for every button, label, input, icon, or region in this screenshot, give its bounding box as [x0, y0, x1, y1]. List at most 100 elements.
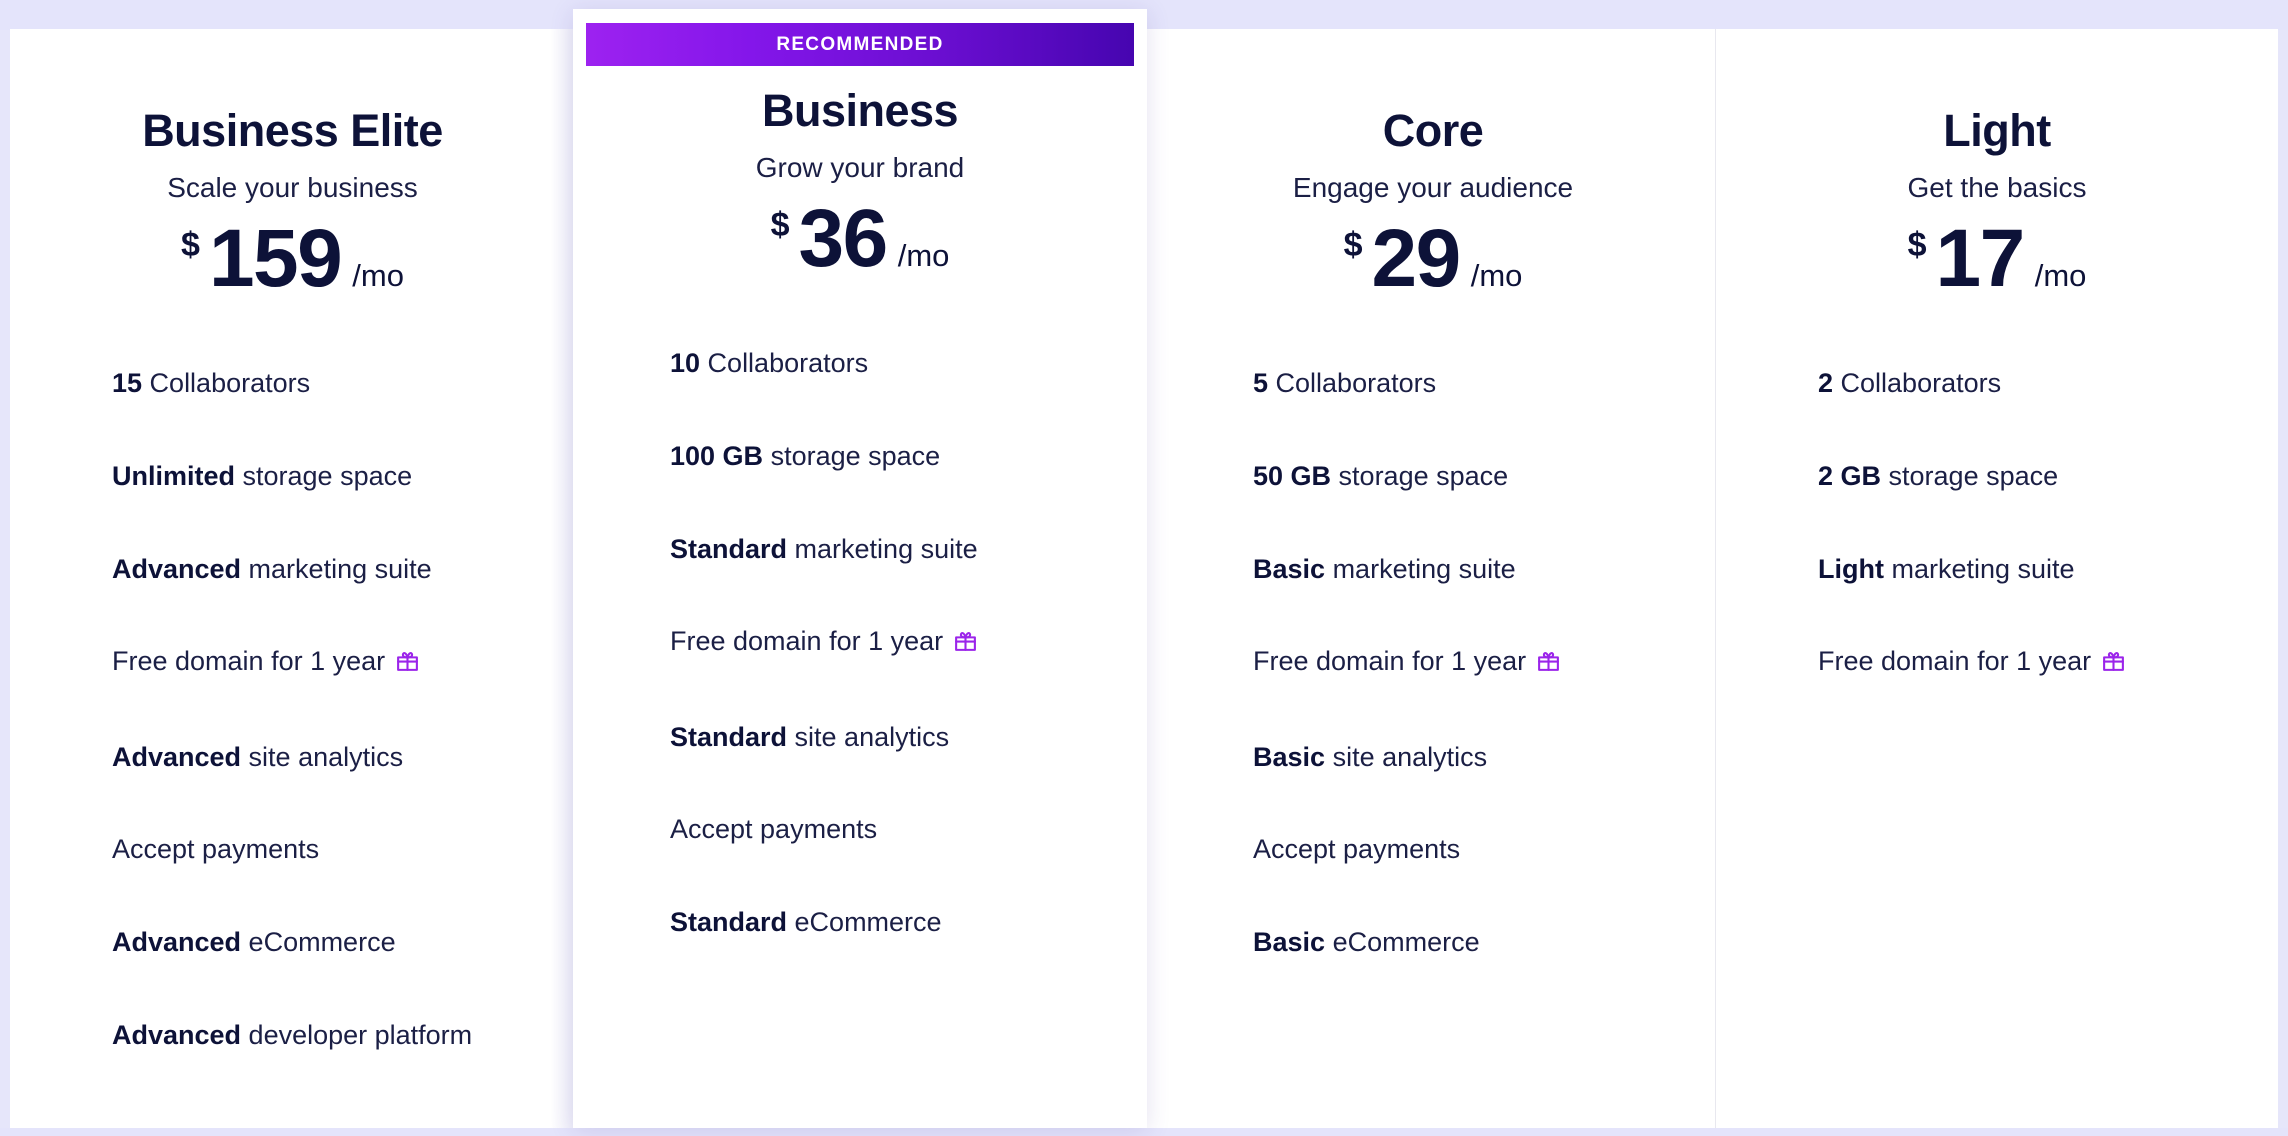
- price-amount: 159: [208, 213, 343, 305]
- feature-text: marketing suite: [787, 533, 978, 564]
- gift-icon: [395, 647, 420, 683]
- feature-item: Accept payments: [670, 812, 1107, 848]
- feature-text: marketing suite: [1325, 553, 1516, 584]
- feature-text: site analytics: [241, 741, 404, 772]
- plan-price: $ 159 /mo: [10, 218, 575, 300]
- feature-text: Free domain for 1 year: [1818, 646, 2092, 677]
- feature-item: Advanced site analytics: [112, 740, 535, 776]
- feature-lead: Standard: [670, 721, 788, 752]
- feature-item: 100 GB storage space: [670, 439, 1107, 475]
- feature-item: Light marketing suite: [1818, 552, 2238, 588]
- plan-header: Business Elite Scale your business $ 159…: [10, 29, 575, 300]
- feature-item: Standard site analytics: [670, 720, 1107, 756]
- feature-item: 10 Collaborators: [670, 346, 1107, 382]
- feature-lead: Standard: [670, 907, 788, 937]
- feature-text: eCommerce: [1325, 927, 1480, 957]
- price-currency: $: [1343, 226, 1363, 265]
- plan-tagline: Grow your brand: [755, 152, 965, 184]
- feature-text: eCommerce: [787, 907, 942, 937]
- feature-item: Advanced eCommerce: [112, 925, 535, 961]
- plan-column-business-elite[interactable]: Business Elite Scale your business $ 159…: [10, 29, 575, 1128]
- feature-list: 5 Collaborators 50 GB storage space Basic …: [1151, 366, 1715, 960]
- feature-lead: Advanced: [112, 1019, 242, 1050]
- feature-lead: Advanced: [112, 741, 242, 772]
- feature-lead: 2: [1818, 368, 1834, 399]
- feature-text: marketing suite: [1883, 553, 2075, 584]
- feature-lead: 15: [112, 368, 143, 399]
- price-amount: 17: [1935, 213, 2026, 305]
- plan-title: Business Elite: [142, 105, 443, 156]
- feature-item: Accept payments: [112, 832, 535, 868]
- feature-item: Standard eCommerce: [670, 905, 1107, 941]
- plan-column-light[interactable]: Light Get the basics $ 17 /mo 2 Collabor…: [1715, 29, 2278, 1128]
- feature-lead: Basic: [1253, 927, 1326, 957]
- price-currency: $: [181, 226, 200, 265]
- feature-text: Collaborators: [1268, 368, 1437, 399]
- price-period: /mo: [2034, 258, 2087, 294]
- plan-card-business-recommended[interactable]: RECOMMENDED Business Grow your brand $ 3…: [573, 9, 1147, 1128]
- feature-text: marketing suite: [241, 553, 432, 584]
- price-currency: $: [1907, 226, 1927, 265]
- plan-tagline: Get the basics: [1907, 172, 2087, 204]
- feature-text: Accept payments: [112, 834, 320, 865]
- feature-lead: Basic: [1253, 741, 1326, 772]
- feature-text: site analytics: [787, 721, 950, 752]
- feature-list: 15 Collaborators Unlimited storage space A…: [10, 366, 575, 1053]
- feature-item: Basic eCommerce: [1253, 925, 1675, 961]
- feature-text: Free domain for 1 year: [112, 646, 386, 677]
- plan-title: Light: [1943, 105, 2051, 156]
- feature-text: storage space: [235, 460, 413, 491]
- plan-price: $ 17 /mo: [1716, 218, 2278, 300]
- plan-price: $ 29 /mo: [1151, 218, 1715, 300]
- page-bottom-band: [0, 1128, 2288, 1136]
- feature-item: Advanced marketing suite: [112, 552, 535, 588]
- feature-text: developer platform: [241, 1019, 473, 1050]
- plan-column-core[interactable]: Core Engage your audience $ 29 /mo 5 Col…: [1150, 29, 1715, 1128]
- feature-lead: 5: [1253, 368, 1269, 399]
- feature-item: Free domain for 1 year: [670, 624, 1107, 663]
- price-period: /mo: [1470, 258, 1523, 294]
- feature-lead: Standard: [670, 533, 788, 564]
- feature-text: Accept payments: [670, 814, 878, 845]
- feature-lead: 50 GB: [1253, 460, 1332, 491]
- feature-item: Basic marketing suite: [1253, 552, 1675, 588]
- plan-header: Core Engage your audience $ 29 /mo: [1151, 29, 1715, 300]
- feature-lead: 100 GB: [670, 440, 764, 471]
- feature-text: storage space: [763, 440, 941, 471]
- feature-lead: 2 GB: [1818, 460, 1882, 491]
- gift-icon: [953, 627, 978, 663]
- feature-text: site analytics: [1325, 741, 1488, 772]
- feature-text: storage space: [1881, 460, 2059, 491]
- feature-text: Collaborators: [142, 368, 311, 399]
- feature-item: 15 Collaborators: [112, 366, 535, 402]
- plan-title: Core: [1382, 105, 1484, 156]
- feature-text: eCommerce: [241, 927, 396, 957]
- feature-item: 2 Collaborators: [1818, 366, 2238, 402]
- feature-item: 2 GB storage space: [1818, 459, 2238, 495]
- price-currency: $: [770, 206, 790, 245]
- recommended-badge-label: RECOMMENDED: [776, 33, 944, 55]
- feature-item: Basic site analytics: [1253, 740, 1675, 776]
- feature-item: Free domain for 1 year: [112, 644, 535, 683]
- plan-tagline: Engage your audience: [1292, 172, 1574, 204]
- feature-text: storage space: [1331, 460, 1509, 491]
- plan-title: Business: [761, 85, 959, 136]
- feature-lead: Advanced: [112, 927, 242, 957]
- plan-tagline: Scale your business: [167, 172, 418, 204]
- price-amount: 36: [798, 193, 889, 285]
- feature-text: Free domain for 1 year: [1253, 646, 1527, 677]
- feature-text: Collaborators: [1833, 368, 2002, 399]
- plan-price: $ 36 /mo: [573, 198, 1147, 280]
- feature-lead: Light: [1818, 553, 1884, 584]
- plan-header: Light Get the basics $ 17 /mo: [1716, 29, 2278, 300]
- price-period: /mo: [352, 258, 404, 294]
- feature-lead: Unlimited: [112, 460, 236, 491]
- feature-list: 10 Collaborators 100 GB storage space Stan…: [573, 346, 1147, 940]
- feature-item: Free domain for 1 year: [1253, 644, 1675, 683]
- feature-item: Unlimited storage space: [112, 459, 535, 495]
- feature-text: Free domain for 1 year: [670, 626, 944, 657]
- feature-item: 50 GB storage space: [1253, 459, 1675, 495]
- feature-text: Collaborators: [700, 348, 869, 379]
- price-amount: 29: [1371, 213, 1462, 305]
- feature-list: 2 Collaborators 2 GB storage space Light m…: [1716, 366, 2278, 683]
